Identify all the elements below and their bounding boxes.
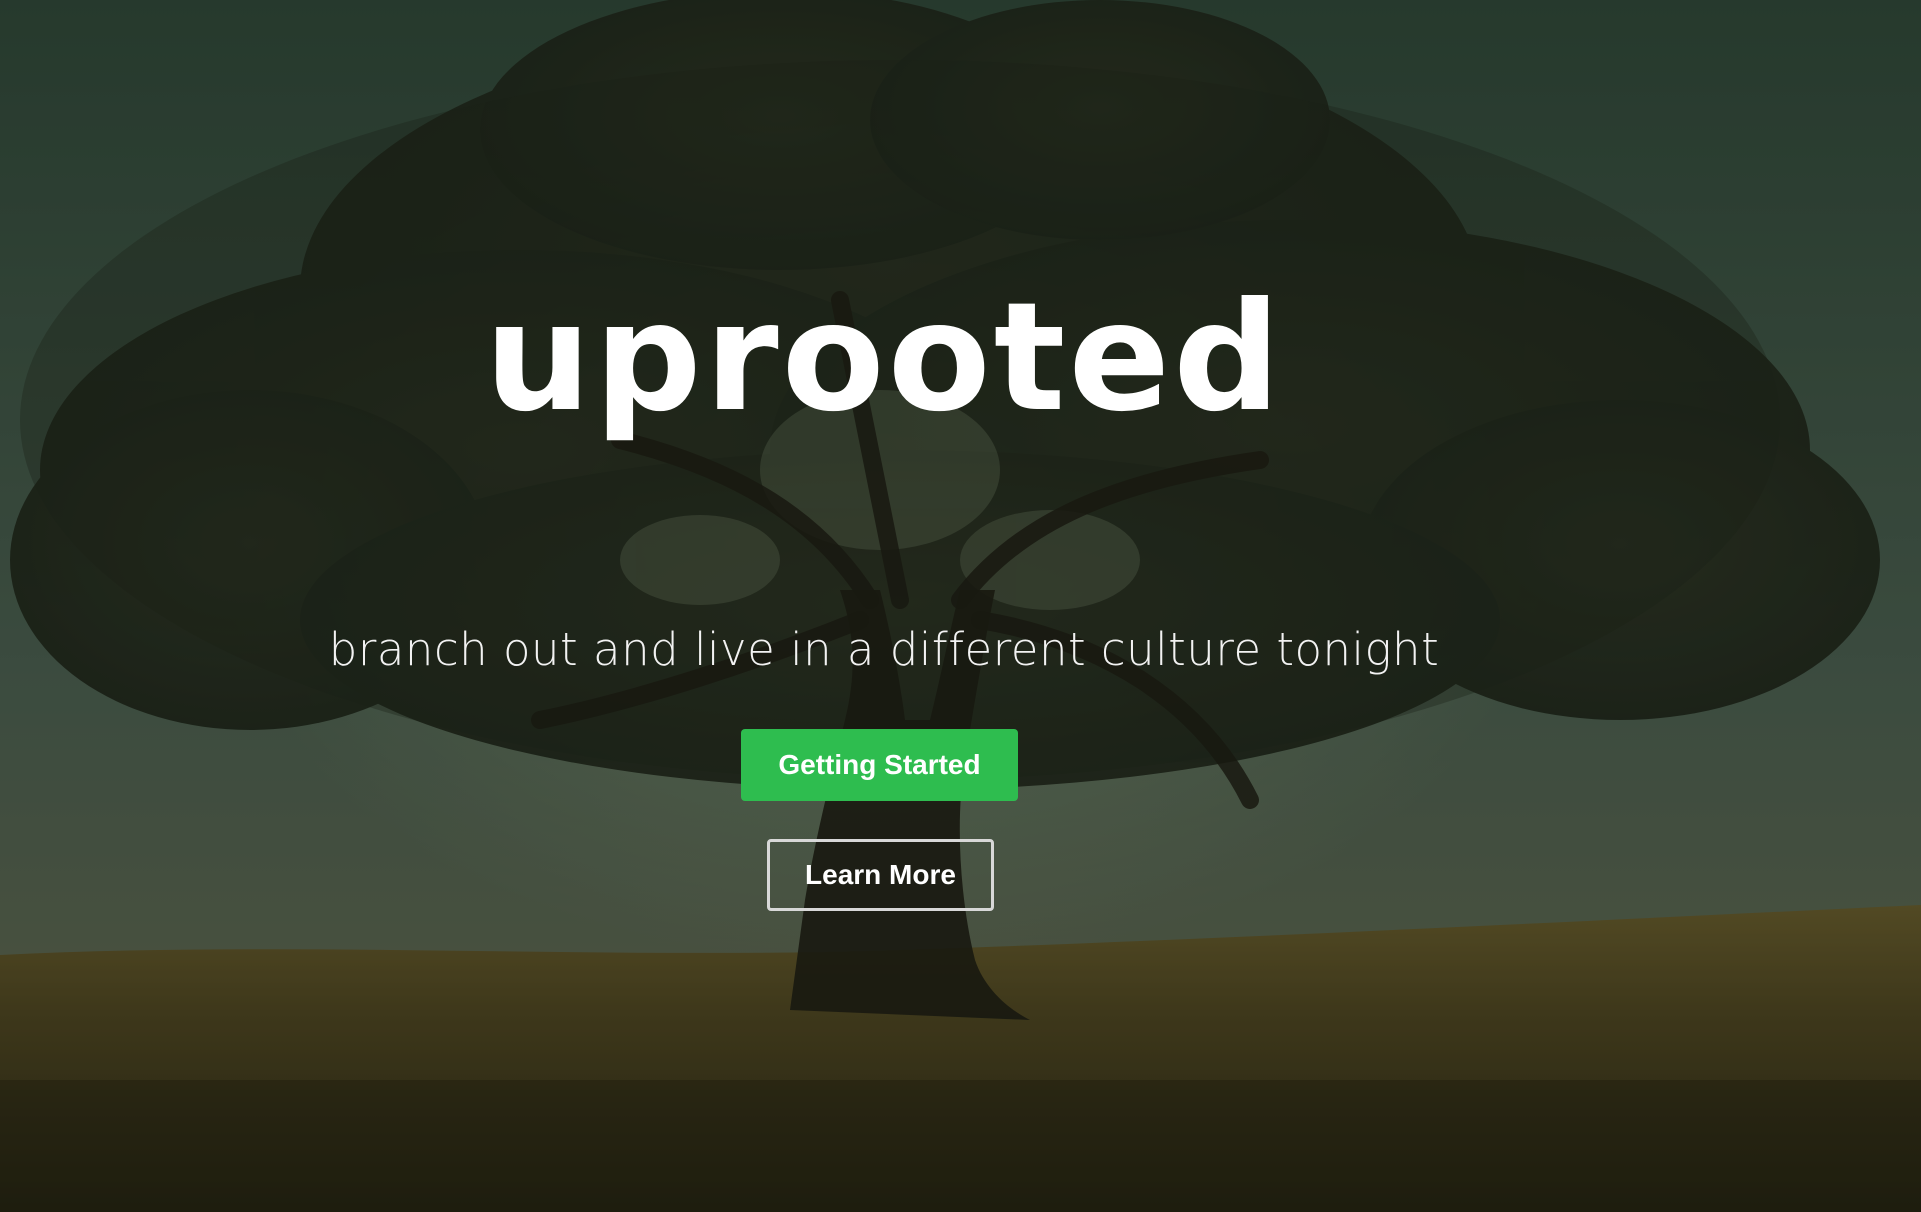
learn-more-button[interactable]: Learn More bbox=[767, 839, 994, 911]
hero-background-image bbox=[0, 0, 1921, 1212]
hero-section: uprooted branch out and live in a differ… bbox=[0, 0, 1921, 1212]
site-title: uprooted bbox=[484, 271, 1284, 445]
getting-started-label: Getting Started bbox=[778, 749, 981, 780]
hero-tagline: branch out and live in a different cultu… bbox=[328, 623, 1440, 676]
learn-more-label: Learn More bbox=[805, 859, 956, 890]
getting-started-button[interactable]: Getting Started bbox=[741, 729, 1018, 801]
